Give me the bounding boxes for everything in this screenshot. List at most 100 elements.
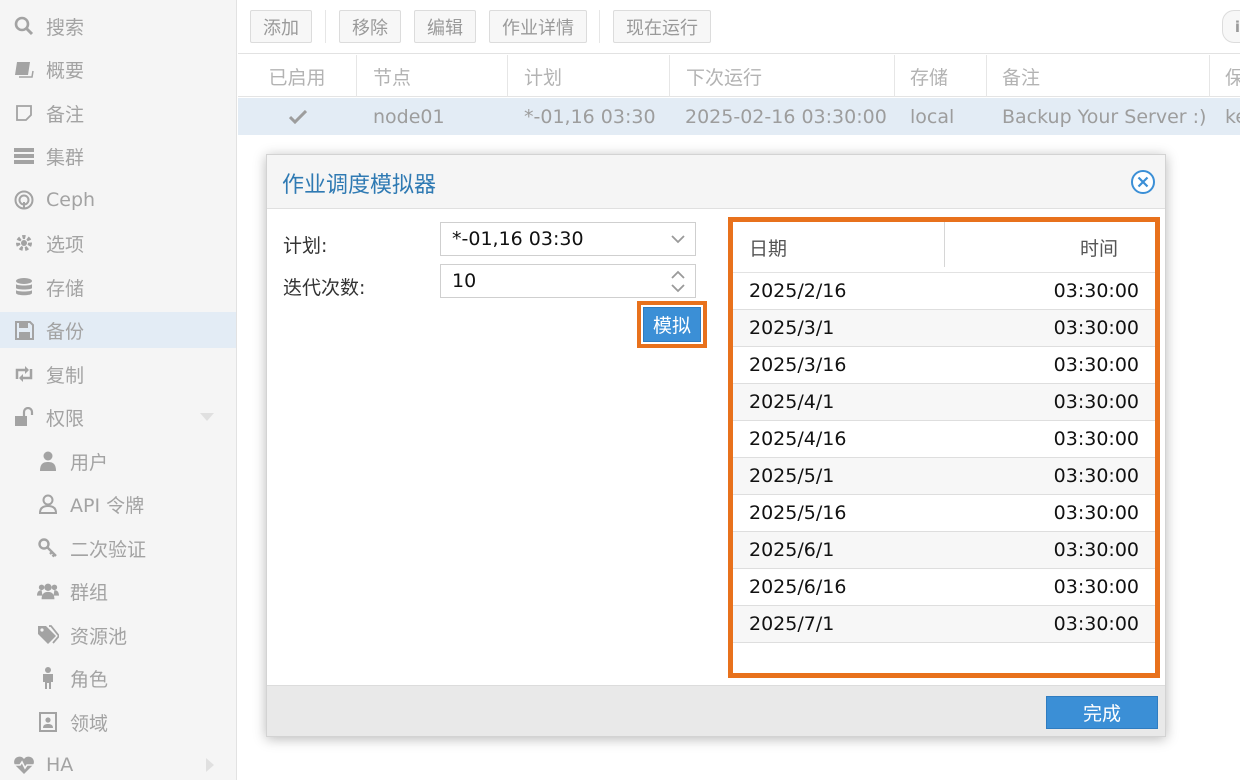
result-time: 03:30:00	[1053, 539, 1139, 561]
sidebar-item-storage[interactable]: 存储	[0, 269, 236, 305]
column-header-schedule[interactable]: 计划	[508, 55, 670, 97]
tags-icon	[37, 624, 59, 646]
result-time: 03:30:00	[1053, 354, 1139, 376]
result-row[interactable]: 2025/5/1 03:30:00	[733, 458, 1155, 495]
key-icon	[37, 537, 59, 559]
sidebar-item-label: 复制	[46, 364, 85, 387]
dialog-title: 作业调度模拟器	[282, 173, 437, 198]
sidebar-item-pools[interactable]: 资源池	[0, 617, 236, 653]
sidebar-item-label: 备份	[46, 320, 85, 343]
result-date: 2025/6/16	[749, 576, 847, 598]
caret-right-icon[interactable]	[206, 758, 214, 772]
sidebar-item-ha[interactable]: HA	[0, 747, 236, 780]
job-detail-button[interactable]: 作业详情	[489, 10, 587, 43]
result-time: 03:30:00	[1053, 391, 1139, 413]
sidebar-item-realms[interactable]: 领域	[0, 704, 236, 740]
sidebar-item-replication[interactable]: 复制	[0, 356, 236, 392]
sidebar-item-cluster[interactable]: 集群	[0, 138, 236, 174]
sidebar-item-label: 群组	[70, 581, 109, 604]
sidebar-item-label: 二次验证	[70, 538, 147, 561]
cell-storage: local	[910, 105, 955, 128]
result-row[interactable]: 2025/2/16 03:30:00	[733, 273, 1155, 310]
grid-header: 已启用 节点 计划 下次运行 存储 备注 保	[238, 55, 1240, 97]
sidebar-item-label: 搜索	[46, 16, 85, 39]
sidebar-item-users[interactable]: 用户	[0, 443, 236, 479]
result-date: 2025/4/16	[749, 428, 847, 450]
users-icon	[37, 580, 59, 602]
result-grid-header: 日期 时间	[733, 222, 1155, 273]
close-icon[interactable]	[1130, 169, 1156, 195]
remove-button[interactable]: 移除	[339, 10, 401, 43]
toolbar-separator	[325, 10, 326, 43]
column-header-time[interactable]: 时间	[1080, 222, 1118, 272]
result-time: 03:30:00	[1053, 576, 1139, 598]
result-row[interactable]: 2025/3/1 03:30:00	[733, 310, 1155, 347]
edit-button[interactable]: 编辑	[414, 10, 476, 43]
male-icon	[37, 667, 59, 689]
done-button[interactable]: 完成	[1046, 696, 1158, 729]
column-header-date[interactable]: 日期	[749, 222, 787, 272]
sidebar-item-summary[interactable]: 概要	[0, 51, 236, 87]
sidebar-item-roles[interactable]: 角色	[0, 660, 236, 696]
sidebar-item-label: 备注	[46, 103, 85, 126]
result-time: 03:30:00	[1053, 465, 1139, 487]
result-time: 03:30:00	[1053, 428, 1139, 450]
schedule-simulator-dialog: 作业调度模拟器 计划: *-01,16 03:30 迭代次数: 10 模拟 日期…	[266, 154, 1166, 737]
toolbar: 添加 移除 编辑 作业详情 现在运行 i	[238, 0, 1240, 54]
add-button[interactable]: 添加	[250, 10, 312, 43]
result-row[interactable]: 2025/3/16 03:30:00	[733, 347, 1155, 384]
sidebar-item-groups[interactable]: 群组	[0, 573, 236, 609]
result-row[interactable]: 2025/7/1 03:30:00	[733, 606, 1155, 643]
result-date: 2025/7/1	[749, 613, 835, 635]
result-row[interactable]: 2025/6/1 03:30:00	[733, 532, 1155, 569]
schedule-label: 计划:	[283, 235, 328, 257]
result-time: 03:30:00	[1053, 613, 1139, 635]
column-header-node[interactable]: 节点	[357, 55, 508, 97]
result-time: 03:30:00	[1053, 280, 1139, 302]
iterations-spinner[interactable]: 10	[440, 264, 696, 298]
sidebar-item-options[interactable]: 选项	[0, 225, 236, 261]
table-row[interactable]: node01 *-01,16 03:30 2025-02-16 03:30:00…	[238, 98, 1240, 135]
result-date: 2025/5/16	[749, 502, 847, 524]
result-row[interactable]: 2025/5/16 03:30:00	[733, 495, 1155, 532]
column-header-storage[interactable]: 存储	[895, 55, 987, 97]
help-icon[interactable]: i	[1222, 10, 1240, 43]
sidebar-item-tfa[interactable]: 二次验证	[0, 530, 236, 566]
spinner-arrows-icon[interactable]	[671, 269, 685, 294]
result-row[interactable]: 2025/4/1 03:30:00	[733, 384, 1155, 421]
schedule-combobox[interactable]: *-01,16 03:30	[440, 222, 696, 256]
sidebar-item-ceph[interactable]: Ceph	[0, 182, 236, 218]
user-outline-icon	[37, 493, 59, 515]
column-header-retention[interactable]: 保	[1210, 55, 1240, 97]
sidebar-item-label: API 令牌	[70, 494, 145, 517]
result-row[interactable]: 2025/4/16 03:30:00	[733, 421, 1155, 458]
sidebar-item-search[interactable]: 搜索	[0, 8, 236, 44]
simulation-result-grid: 日期 时间 2025/2/16 03:30:00 2025/3/1 03:30:00 2…	[728, 217, 1160, 678]
result-time: 03:30:00	[1053, 317, 1139, 339]
toolbar-separator	[599, 10, 600, 43]
sidebar-item-label: HA	[46, 754, 74, 776]
enabled-check-icon	[238, 98, 357, 135]
caret-down-icon[interactable]	[200, 413, 214, 421]
column-header-next-run[interactable]: 下次运行	[670, 55, 895, 97]
run-now-button[interactable]: 现在运行	[613, 10, 711, 43]
gear-icon	[13, 232, 35, 254]
column-header-enabled[interactable]: 已启用	[238, 55, 357, 97]
user-icon	[37, 450, 59, 472]
result-row[interactable]: 2025/6/16 03:30:00	[733, 569, 1155, 606]
sidebar-item-label: 概要	[46, 59, 85, 82]
sidebar-item-label: 选项	[46, 233, 85, 256]
sidebar-item-api-tokens[interactable]: API 令牌	[0, 486, 236, 522]
sidebar-item-label: 角色	[70, 668, 109, 691]
sidebar-item-label: 集群	[46, 146, 85, 169]
sidebar-item-label: 存储	[46, 277, 85, 300]
chevron-down-icon[interactable]	[671, 235, 685, 244]
cell-next-run: 2025-02-16 03:30:00	[685, 105, 887, 128]
schedule-value: *-01,16 03:30	[452, 228, 584, 250]
simulate-button[interactable]: 模拟	[643, 307, 701, 342]
sidebar-item-permissions[interactable]: 权限	[0, 399, 236, 435]
column-header-comment[interactable]: 备注	[987, 55, 1210, 97]
sidebar-item-notes[interactable]: 备注	[0, 95, 236, 131]
heartbeat-icon	[13, 754, 35, 776]
sidebar-item-backup[interactable]: 备份	[0, 312, 236, 348]
